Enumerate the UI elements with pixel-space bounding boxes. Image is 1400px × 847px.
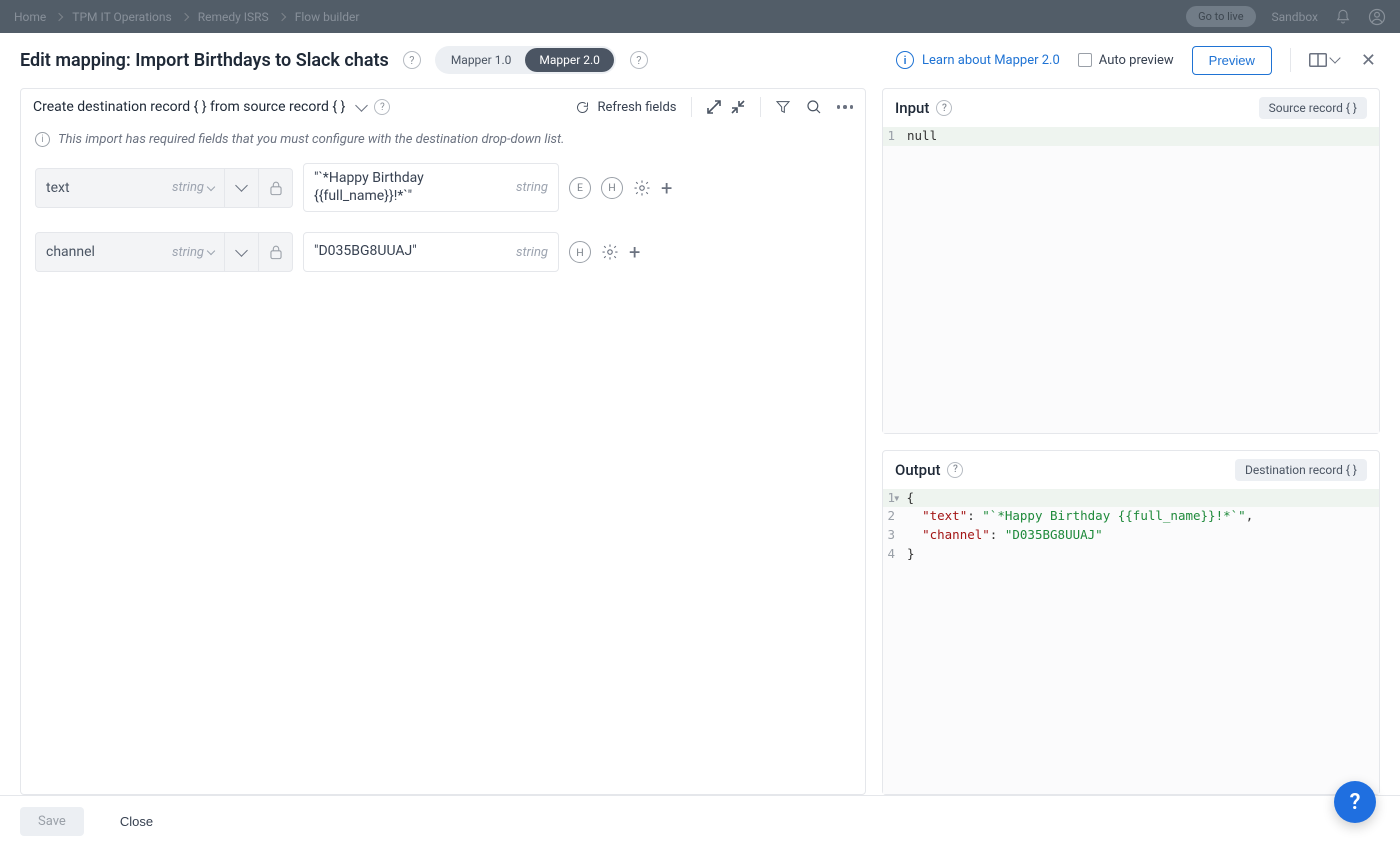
destination-field[interactable]: channel string	[35, 232, 225, 272]
avatar-icon[interactable]	[1368, 8, 1386, 26]
lock-icon[interactable]	[259, 168, 293, 208]
source-expression-field[interactable]: "D035BG8UUAJ" string	[303, 232, 559, 272]
mapper-2-option[interactable]: Mapper 2.0	[525, 48, 614, 72]
top-nav: Home TPM IT Operations Remedy ISRS Flow …	[0, 0, 1400, 33]
chevron-down-icon	[235, 244, 248, 257]
breadcrumb-1[interactable]: TPM IT Operations	[72, 10, 171, 24]
preview-button[interactable]: Preview	[1192, 46, 1272, 75]
divider	[1290, 48, 1291, 72]
mapping-description: Create destination record { } from sourc…	[33, 99, 345, 115]
help-icon[interactable]: ?	[947, 462, 963, 478]
input-panel: Input ? Source record { } 1null	[882, 88, 1380, 434]
help-icon[interactable]: ?	[403, 51, 421, 69]
breadcrumb-home[interactable]: Home	[14, 10, 46, 24]
output-code[interactable]: 1▾{2 "text": "`*Happy Birthday {{full_na…	[883, 489, 1379, 795]
mapper-1-option[interactable]: Mapper 1.0	[437, 48, 526, 72]
badge-h[interactable]: H	[601, 177, 623, 199]
chevron-down-icon[interactable]	[355, 99, 368, 112]
collapse-icon[interactable]	[730, 99, 746, 115]
refresh-label: Refresh fields	[598, 100, 677, 115]
destination-dropdown[interactable]	[225, 232, 259, 272]
mapping-editor-panel: Create destination record { } from sourc…	[20, 88, 866, 795]
go-live-pill[interactable]: Go to live	[1186, 6, 1255, 27]
source-value: "D035BG8UUAJ"	[314, 243, 417, 261]
required-fields-warning: This import has required fields that you…	[58, 132, 565, 147]
search-icon[interactable]	[805, 98, 823, 116]
divider	[691, 97, 692, 117]
gear-icon[interactable]	[633, 179, 651, 197]
save-button: Save	[20, 807, 84, 836]
output-panel: Output ? Destination record { } 1▾{2 "te…	[882, 450, 1380, 796]
learn-label: Learn about Mapper 2.0	[922, 53, 1060, 68]
destination-type: string	[172, 180, 204, 195]
help-icon[interactable]: ?	[374, 99, 390, 115]
mapping-row: text string "`*Happy Birthday {{full_nam…	[35, 163, 851, 212]
mapper-version-toggle: Mapper 1.0 Mapper 2.0	[435, 46, 616, 74]
breadcrumb-2[interactable]: Remedy ISRS	[198, 10, 269, 24]
more-menu-icon[interactable]	[837, 105, 854, 109]
source-value: "`*Happy Birthday {{full_name}}!*`"	[314, 170, 506, 205]
help-icon[interactable]: ?	[630, 51, 648, 69]
input-title: Input	[895, 99, 929, 117]
mapping-row: channel string "D035BG8UUAJ" string H +	[35, 232, 851, 272]
filter-icon[interactable]	[775, 99, 791, 115]
destination-type: string	[172, 245, 204, 260]
page-title: Edit mapping: Import Birthdays to Slack …	[20, 50, 389, 71]
add-mapping-icon[interactable]: +	[661, 178, 672, 198]
learn-link[interactable]: i Learn about Mapper 2.0	[896, 51, 1060, 69]
refresh-fields-button[interactable]: Refresh fields	[575, 100, 677, 115]
destination-name: channel	[46, 244, 95, 260]
badge-h[interactable]: H	[569, 241, 591, 263]
source-type: string	[516, 245, 548, 260]
chevron-down-icon	[207, 247, 215, 255]
destination-name: text	[46, 180, 70, 196]
divider	[760, 97, 761, 117]
close-button-footer[interactable]: Close	[114, 813, 159, 830]
add-mapping-icon[interactable]: +	[629, 242, 640, 262]
source-expression-field[interactable]: "`*Happy Birthday {{full_name}}!*`" stri…	[303, 163, 559, 212]
footer: Save Close	[0, 795, 1400, 847]
badge-e[interactable]: E	[569, 177, 591, 199]
env-label: Sandbox	[1272, 10, 1318, 24]
chevron-down-icon	[235, 179, 248, 192]
close-button[interactable]: ✕	[1357, 46, 1380, 75]
layout-toggle[interactable]	[1309, 53, 1339, 67]
destination-dropdown[interactable]	[225, 168, 259, 208]
output-title: Output	[895, 461, 940, 479]
expand-icon[interactable]	[706, 99, 722, 115]
destination-record-badge: Destination record { }	[1235, 459, 1367, 481]
lock-icon[interactable]	[259, 232, 293, 272]
destination-field[interactable]: text string	[35, 168, 225, 208]
chevron-down-icon	[1329, 52, 1340, 63]
chevron-right-icon	[180, 12, 188, 20]
chevron-right-icon	[277, 12, 285, 20]
bell-icon[interactable]	[1334, 8, 1352, 26]
help-fab[interactable]: ?	[1334, 781, 1376, 823]
info-icon: i	[35, 132, 50, 147]
auto-preview-checkbox[interactable]	[1078, 53, 1092, 67]
help-icon[interactable]: ?	[936, 100, 952, 116]
chevron-right-icon	[55, 12, 63, 20]
info-icon: i	[896, 51, 914, 69]
input-code[interactable]: 1null	[883, 127, 1379, 433]
source-record-badge: Source record { }	[1259, 97, 1367, 119]
source-type: string	[516, 180, 548, 195]
breadcrumb-3[interactable]: Flow builder	[295, 10, 360, 24]
page-header: Edit mapping: Import Birthdays to Slack …	[0, 33, 1400, 88]
chevron-down-icon	[207, 182, 215, 190]
auto-preview-label: Auto preview	[1099, 53, 1174, 68]
gear-icon[interactable]	[601, 243, 619, 261]
